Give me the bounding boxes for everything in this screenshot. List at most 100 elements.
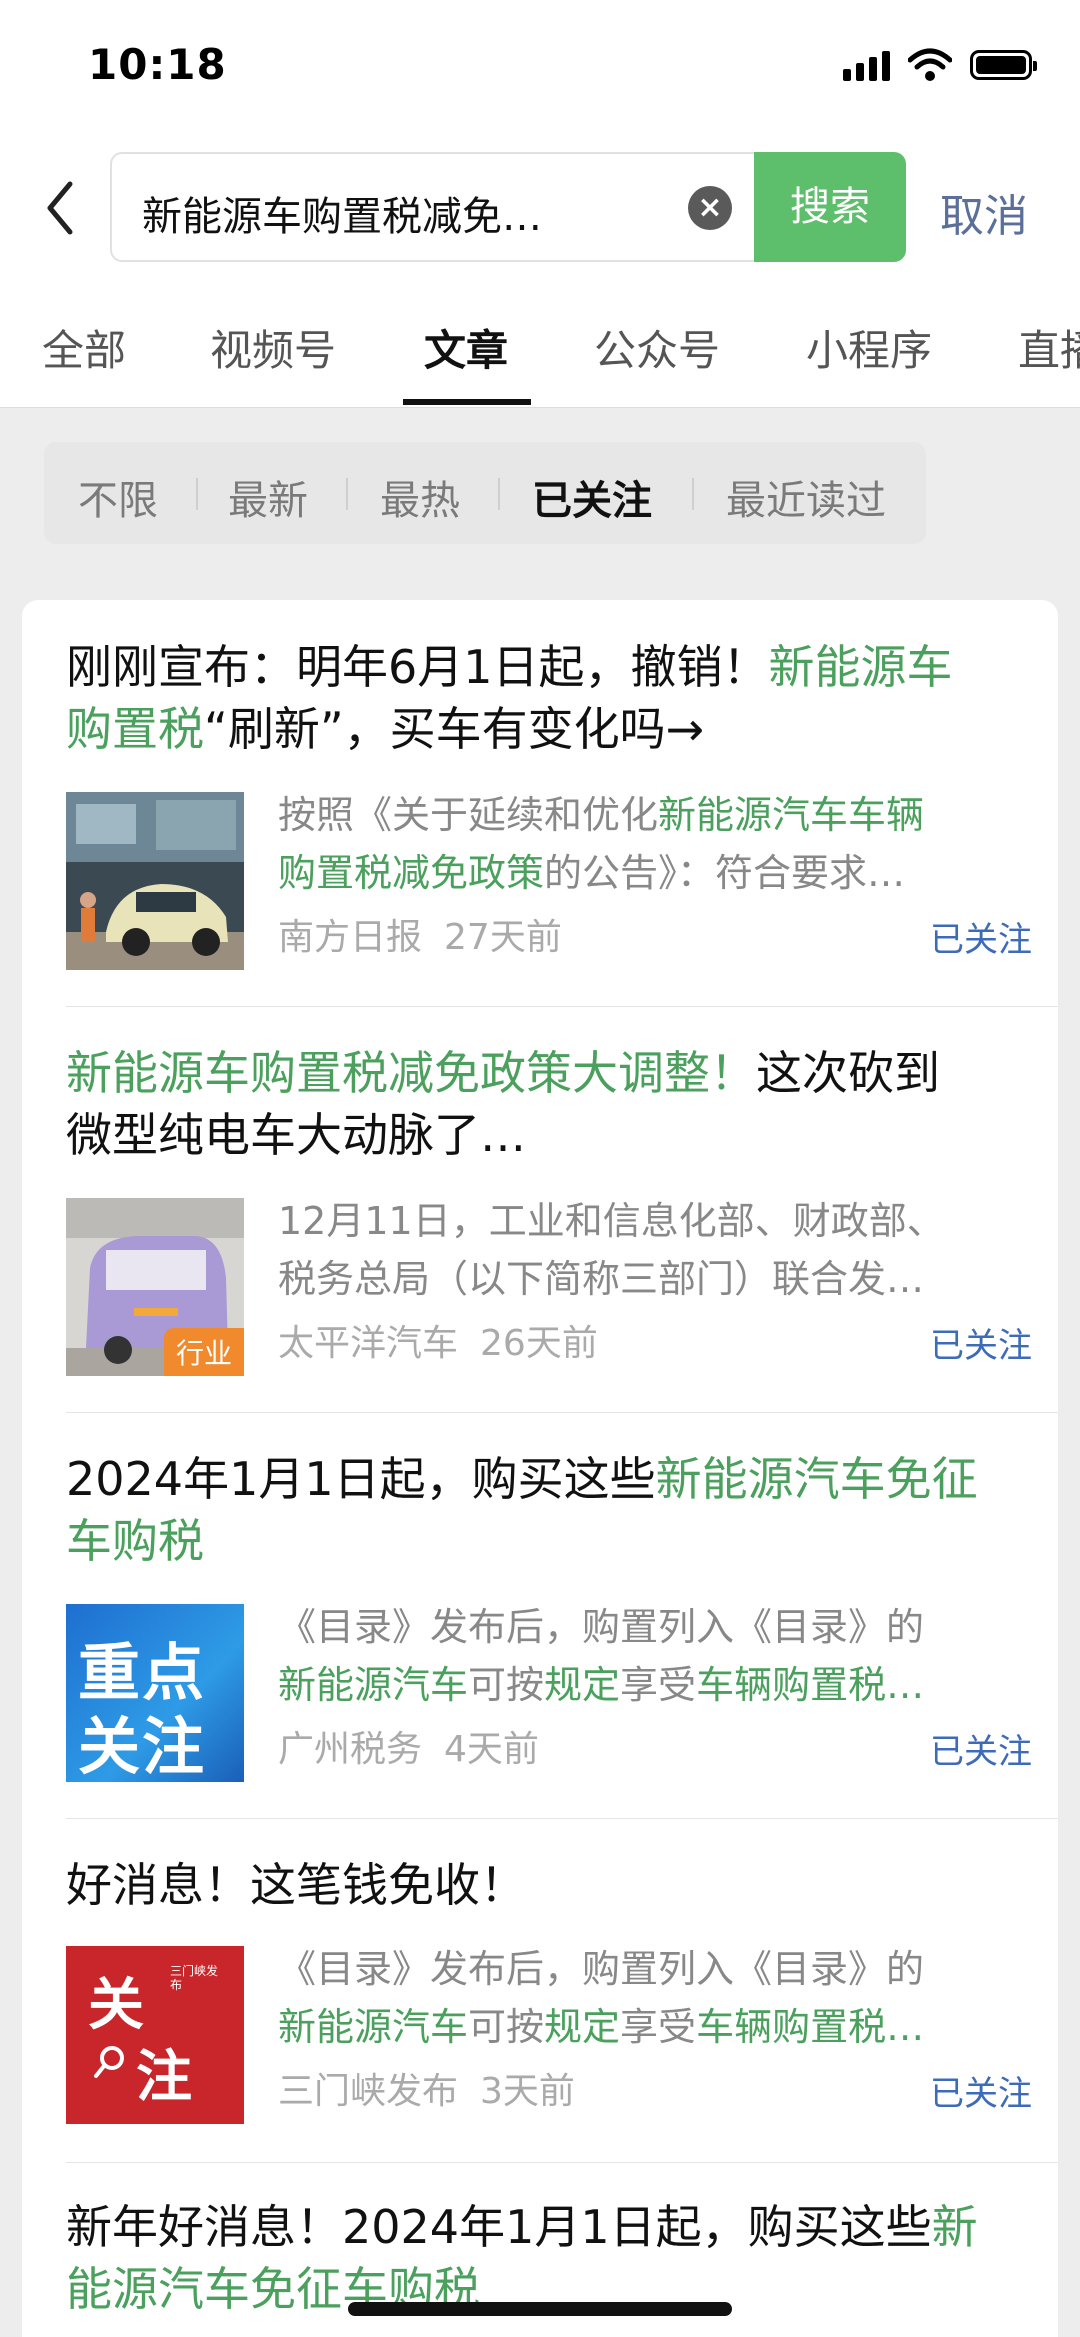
source-name[interactable]: 南方日报 — [278, 917, 422, 958]
search-input[interactable]: 新能源车购置税减免… × — [110, 152, 758, 262]
result-snippet: 按照《关于延续和优化新能源汽车车辆 购置税减免政策的公告》：符合要求… — [278, 786, 1018, 902]
result-snippet: 《目录》发布后，购置列入《目录》的新能源汽车可按规定享受车辆购置税… — [278, 1598, 1018, 1714]
text-line: 12月11日，工业和信息化部、财政部、 — [278, 1192, 1018, 1250]
text-run: 税务总局（以下简称三部门）联合发… — [278, 1257, 925, 1301]
filter-latest[interactable]: 最新 — [228, 468, 308, 526]
search-button[interactable]: 搜索 — [754, 152, 906, 262]
result-title[interactable]: 2024年1月1日起，购买这些新能源汽车免征 车购税 — [66, 1448, 1032, 1572]
thumbnail-text: 注 — [136, 2045, 192, 2110]
clear-icon[interactable]: × — [688, 186, 732, 230]
highlighted-keyword: 规定 — [544, 1663, 621, 1707]
result-snippet: 12月11日，工业和信息化部、财政部、税务总局（以下简称三部门）联合发… — [278, 1192, 1018, 1308]
text-run: “刷新”，买车有变化吗→ — [204, 702, 705, 756]
thumbnail-text: 关注 — [78, 1710, 207, 1782]
result-item[interactable]: 刚刚宣布：明年6月1日起，撤销！新能源车 购置税“刷新”，买车有变化吗→ 按照《关… — [66, 636, 1032, 970]
tab-mini-programs[interactable]: 小程序 — [806, 317, 932, 378]
text-line: 税务总局（以下简称三部门）联合发… — [278, 1250, 1018, 1308]
highlighted-keyword: 新能源汽车免征 — [655, 1452, 978, 1506]
text-run: 《目录》发布后，购置列入《目录》的 — [278, 1605, 925, 1649]
tab-official-accounts[interactable]: 公众号 — [594, 317, 720, 378]
highlighted-keyword: 新能源车购置税减免政策大调整！ — [66, 1046, 756, 1100]
text-line: 新能源汽车可按规定享受车辆购置税… — [278, 1656, 1018, 1714]
filter-separator — [692, 478, 694, 510]
text-line: 2024年1月1日起，购买这些新能源汽车免征 — [66, 1448, 1032, 1510]
item-divider — [66, 1818, 1058, 1819]
active-tab-indicator — [403, 399, 531, 405]
highlighted-keyword: 购置税减免政策 — [278, 851, 545, 895]
tab-all[interactable]: 全部 — [42, 317, 126, 378]
result-item[interactable]: 新能源车购置税减免政策大调整！这次砍到 微型纯电车大动脉了… 行业 12月11日，… — [66, 1042, 1032, 1376]
thumbnail-image: 重点 关注 — [66, 1604, 244, 1782]
tabs-divider — [0, 407, 1080, 408]
text-run: 好消息！这笔钱免收！ — [66, 1858, 526, 1912]
tab-live[interactable]: 直播 — [1018, 317, 1080, 378]
text-run: 享受 — [620, 1663, 697, 1707]
thumbnail-image: 关 注 三门峡发布 — [66, 1946, 244, 2124]
filter-bar: 不限 最新 最热 已关注 最近读过 — [44, 442, 926, 544]
result-meta: 广州税务 4天前 — [278, 1720, 539, 1772]
text-line: 《目录》发布后，购置列入《目录》的 — [278, 1598, 1018, 1656]
text-run: 《目录》发布后，购置列入《目录》的 — [278, 1947, 925, 1991]
text-line: 购置税减免政策的公告》：符合要求… — [278, 844, 1018, 902]
text-line: 新年好消息！2024年1月1日起，购买这些新 — [66, 2196, 1032, 2258]
result-title[interactable]: 好消息！这笔钱免收！ — [66, 1854, 1032, 1916]
filter-followed[interactable]: 已关注 — [532, 468, 652, 526]
highlighted-keyword: 新能源汽车 — [278, 1663, 469, 1707]
text-line: 新能源车购置税减免政策大调整！这次砍到 — [66, 1042, 1032, 1104]
battery-icon — [970, 50, 1037, 80]
publish-time: 27天前 — [444, 917, 562, 958]
text-line: 车购税 — [66, 1510, 1032, 1572]
followed-badge: 已关注 — [930, 920, 1032, 960]
text-run: 可按 — [468, 1663, 545, 1707]
publish-time: 4天前 — [444, 1729, 539, 1770]
result-snippet: 《目录》发布后，购置列入《目录》的 新能源汽车可按规定享受车辆购置税… — [278, 1940, 1018, 2056]
result-item[interactable]: 好消息！这笔钱免收！ 关 注 三门峡发布 《目录》发布后，购置列入《目录》的 新能… — [66, 1854, 1032, 2124]
source-name[interactable]: 广州税务 — [278, 1729, 422, 1770]
search-results-page: 10:18 新能源车购置税减免… × 搜索 取消 全部 视频号 文章 公众号 小… — [0, 0, 1080, 2337]
text-line: 按照《关于延续和优化新能源汽车车辆 — [278, 786, 1018, 844]
search-query[interactable]: 新能源车购置税减免… — [142, 184, 542, 242]
result-title[interactable]: 新能源车购置税减免政策大调整！这次砍到 微型纯电车大动脉了… — [66, 1042, 1032, 1166]
magnifier-icon — [94, 2046, 124, 2078]
back-arrow-icon[interactable] — [40, 178, 80, 238]
source-name[interactable]: 三门峡发布 — [278, 2071, 458, 2112]
text-run: 按照《关于延续和优化 — [278, 793, 659, 837]
text-line: 刚刚宣布：明年6月1日起，撤销！新能源车 — [66, 636, 1032, 698]
wifi-icon — [908, 48, 952, 81]
filter-separator — [196, 478, 198, 510]
source-name[interactable]: 太平洋汽车 — [278, 1323, 458, 1364]
filter-recently-read[interactable]: 最近读过 — [726, 468, 886, 526]
highlighted-keyword: 新能源车 — [768, 640, 953, 694]
thumbnail-small-label: 三门峡发布 — [170, 1964, 219, 1992]
result-item[interactable]: 2024年1月1日起，购买这些新能源汽车免征 车购税 重点 关注 《目录》发布后，… — [66, 1448, 1032, 1782]
tab-articles[interactable]: 文章 — [424, 317, 508, 378]
publish-time: 26天前 — [480, 1323, 598, 1364]
highlighted-keyword: 车购税 — [66, 1514, 204, 1568]
highlighted-keyword: 规定 — [544, 2005, 621, 2049]
thumbnail-text: 关 — [88, 1973, 144, 2038]
text-run: 享受 — [620, 2005, 697, 2049]
text-line: 《目录》发布后，购置列入《目录》的 — [278, 1940, 1018, 1998]
cancel-button[interactable]: 取消 — [940, 180, 1028, 244]
filter-separator — [498, 478, 500, 510]
filter-unlimited[interactable]: 不限 — [78, 468, 158, 526]
text-line: 好消息！这笔钱免收！ — [66, 1854, 1032, 1916]
thumbnail-badge: 行业 — [163, 1328, 244, 1376]
thumbnail-image: 行业 — [66, 1198, 244, 1376]
result-title[interactable]: 刚刚宣布：明年6月1日起，撤销！新能源车 购置税“刷新”，买车有变化吗→ — [66, 636, 1032, 760]
result-meta: 三门峡发布 3天前 — [278, 2062, 575, 2114]
text-run: 这次砍到 — [756, 1046, 940, 1100]
home-indicator — [348, 2302, 732, 2316]
followed-badge: 已关注 — [930, 2074, 1032, 2114]
tab-video[interactable]: 视频号 — [210, 317, 336, 378]
highlighted-keyword: 新能源汽车车辆 — [658, 793, 925, 837]
text-run: 微型纯电车大动脉了… — [66, 1108, 526, 1162]
text-run: 2024年1月1日起，购买这些 — [66, 1452, 656, 1506]
text-run: 刚刚宣布：明年6月1日起，撤销！ — [66, 640, 769, 694]
filter-hottest[interactable]: 最热 — [380, 468, 460, 526]
highlighted-keyword: 新 — [931, 2200, 978, 2254]
signal-icon — [843, 49, 890, 81]
text-line: 微型纯电车大动脉了… — [66, 1104, 1032, 1166]
result-meta: 南方日报 27天前 — [278, 908, 562, 960]
followed-badge: 已关注 — [930, 1326, 1032, 1366]
